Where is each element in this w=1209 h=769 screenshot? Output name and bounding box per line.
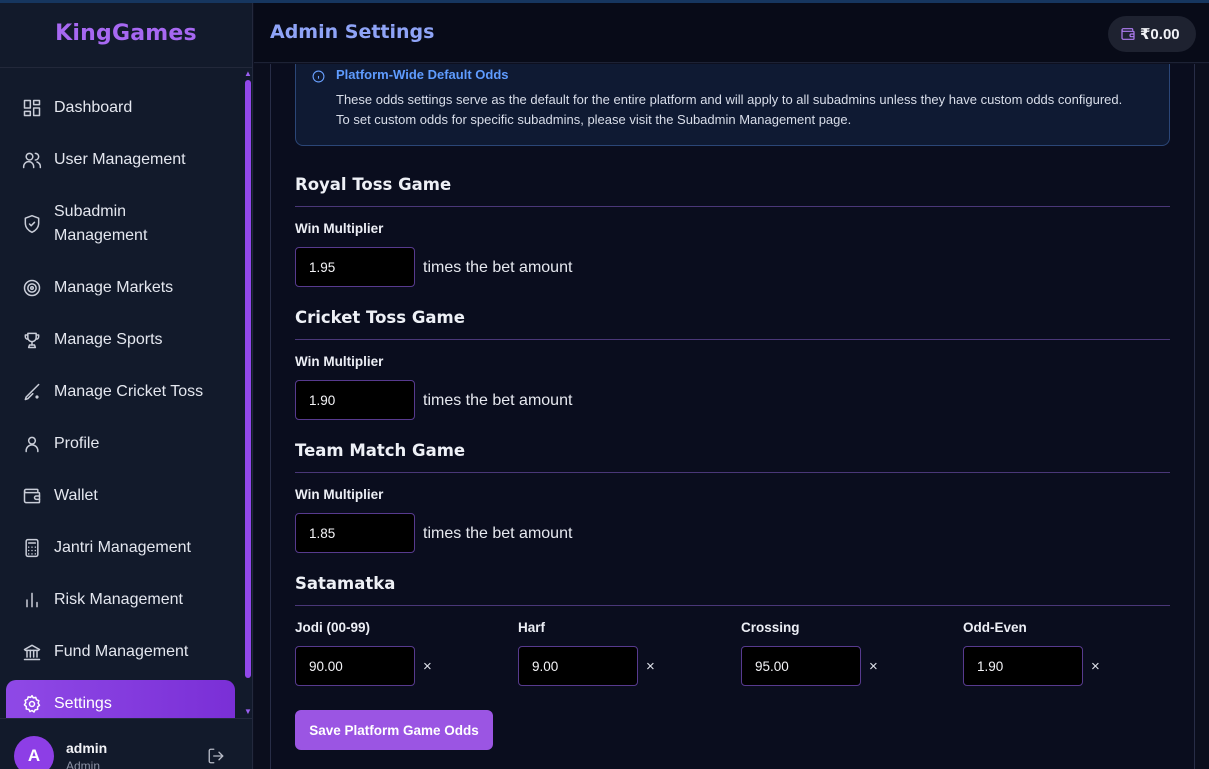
odd-even-input[interactable] (963, 646, 1083, 686)
user-icon (22, 434, 42, 454)
sidebar-item-manage-cricket-toss[interactable]: Manage Cricket Toss (6, 368, 235, 416)
crossing-input[interactable] (741, 646, 861, 686)
logout-icon[interactable] (207, 747, 225, 765)
sidebar-item-label: Manage Cricket Toss (54, 383, 204, 400)
bat-icon (22, 382, 42, 402)
harf-unit: × (646, 658, 655, 675)
info-icon (312, 70, 325, 83)
wallet-icon (1121, 28, 1135, 40)
odd-even-unit: × (1091, 658, 1100, 675)
sidebar-item-subadmin-management[interactable]: Subadmin Management (6, 200, 235, 248)
brand-logo[interactable]: KingGames (0, 0, 252, 68)
sidebar-item-dashboard[interactable]: Dashboard (6, 84, 235, 132)
sidebar-item-label: Fund Management (54, 643, 189, 660)
scroll-thumb[interactable] (245, 80, 251, 678)
info-title: Platform-Wide Default Odds (336, 67, 509, 82)
sidebar-item-label: Wallet (54, 487, 98, 504)
section-divider (295, 472, 1170, 473)
user-role: Admin (66, 759, 101, 769)
team-match-multiplier-label: Win Multiplier (295, 487, 384, 502)
cricket-toss-multiplier-label: Win Multiplier (295, 354, 384, 369)
balance-amount: ₹0.00 (1140, 26, 1180, 43)
sidebar-item-label: Manage Sports (54, 331, 163, 348)
dashboard-icon (22, 98, 42, 118)
sidebar-scrollbar[interactable]: ▲ ▼ (243, 68, 253, 718)
sidebar-item-label: Subadmin Management (54, 203, 148, 244)
jodi-input[interactable] (295, 646, 415, 686)
avatar[interactable]: A (14, 736, 54, 769)
sidebar-item-label: User Management (54, 151, 186, 168)
crossing-label: Crossing (741, 620, 800, 635)
team-match-suffix: times the bet amount (423, 525, 573, 542)
satamatka-title: Satamatka (295, 574, 396, 593)
main-content: Platform-Wide Default Odds These odds se… (254, 64, 1209, 769)
odd-even-label: Odd-Even (963, 620, 1027, 635)
royal-toss-title: Royal Toss Game (295, 175, 452, 194)
sidebar-item-label: Manage Markets (54, 279, 174, 296)
harf-input[interactable] (518, 646, 638, 686)
scroll-up-arrow-icon[interactable]: ▲ (244, 70, 252, 78)
jodi-label: Jodi (00-99) (295, 620, 371, 635)
bar-chart-icon (22, 590, 42, 610)
user-profile-area: A admin Admin (0, 718, 253, 769)
top-header: Admin Settings ₹0.00 (254, 3, 1209, 63)
sidebar: KingGames Dashboard User Management Suba… (0, 0, 253, 769)
jodi-unit: × (423, 658, 432, 675)
gear-icon (22, 694, 42, 714)
crossing-unit: × (869, 658, 878, 675)
sidebar-item-manage-markets[interactable]: Manage Markets (6, 264, 235, 312)
page-title: Admin Settings (270, 21, 435, 43)
scroll-down-arrow-icon[interactable]: ▼ (244, 708, 252, 716)
calculator-icon (22, 538, 42, 558)
royal-toss-suffix: times the bet amount (423, 259, 573, 276)
cricket-toss-multiplier-input[interactable] (295, 380, 415, 420)
sidebar-item-label: Risk Management (54, 591, 183, 608)
section-divider (295, 605, 1170, 606)
sidebar-item-label: Dashboard (54, 99, 133, 116)
bank-icon (22, 642, 42, 662)
user-name: admin (66, 740, 108, 756)
team-match-multiplier-input[interactable] (295, 513, 415, 553)
section-divider (295, 339, 1170, 340)
royal-toss-multiplier-input[interactable] (295, 247, 415, 287)
sidebar-item-jantri-management[interactable]: Jantri Management (6, 524, 235, 572)
shield-icon (22, 214, 42, 234)
section-divider (295, 206, 1170, 207)
sidebar-item-user-management[interactable]: User Management (6, 136, 235, 184)
sidebar-item-label: Settings (54, 695, 112, 712)
cricket-toss-suffix: times the bet amount (423, 392, 573, 409)
sidebar-nav: Dashboard User Management Subadmin Manag… (0, 68, 242, 718)
wallet-balance-badge[interactable]: ₹0.00 (1108, 16, 1196, 52)
team-match-title: Team Match Game (295, 441, 466, 460)
sidebar-item-settings[interactable]: Settings (6, 680, 235, 718)
save-platform-odds-button[interactable]: Save Platform Game Odds (295, 710, 493, 750)
sidebar-item-fund-management[interactable]: Fund Management (6, 628, 235, 676)
info-text: These odds settings serve as the default… (336, 92, 1123, 127)
wallet-icon (22, 486, 42, 506)
cricket-toss-title: Cricket Toss Game (295, 308, 465, 327)
sidebar-item-manage-sports[interactable]: Manage Sports (6, 316, 235, 364)
sidebar-item-risk-management[interactable]: Risk Management (6, 576, 235, 624)
harf-label: Harf (518, 620, 546, 635)
target-icon (22, 278, 42, 298)
sidebar-item-label: Jantri Management (54, 539, 191, 556)
sidebar-item-label: Profile (54, 435, 100, 452)
royal-toss-multiplier-label: Win Multiplier (295, 221, 384, 236)
sidebar-item-profile[interactable]: Profile (6, 420, 235, 468)
top-accent-line (0, 0, 1209, 3)
trophy-icon (22, 330, 42, 350)
sidebar-item-wallet[interactable]: Wallet (6, 472, 235, 520)
users-icon (22, 150, 42, 170)
